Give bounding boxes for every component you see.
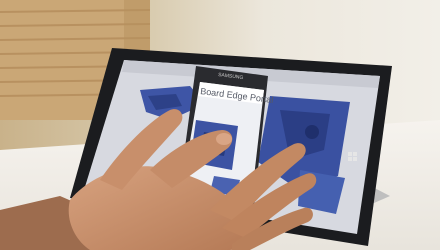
photo-canvas: SAMSUNG Board Edge Portal (0, 0, 440, 250)
photo-scene: SAMSUNG Board Edge Portal (0, 0, 440, 250)
